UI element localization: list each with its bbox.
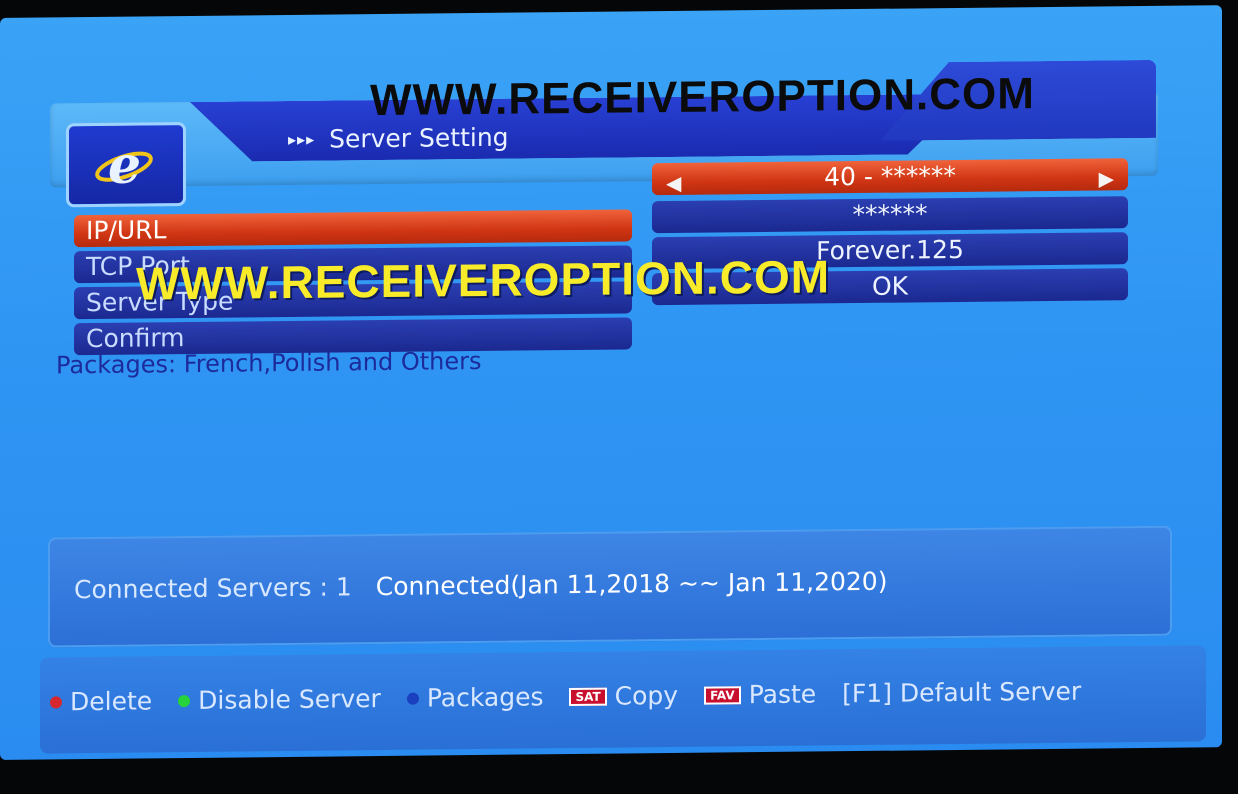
disable-server-label: Disable Server <box>198 684 381 715</box>
watermark-top: WWW.RECEIVEROPTION.COM <box>370 69 1035 126</box>
default-server-label: [F1] Default Server <box>842 676 1082 709</box>
server-selector[interactable]: ◀ 40 - ****** ▶ <box>652 158 1128 196</box>
red-key-icon <box>50 695 62 708</box>
status-text: Connected Servers : 1 Connected(Jan 11,20… <box>74 567 887 605</box>
paste-hint[interactable]: FAV Paste <box>704 679 816 709</box>
packages-hint[interactable]: Packages <box>406 682 544 713</box>
svg-text:e: e <box>108 135 141 195</box>
paste-label: Paste <box>748 679 817 710</box>
tv-screen: e ▸▸▸ Server Setting ◀ 40 - ****** ▶ ***… <box>0 5 1222 761</box>
setting-label: IP/URL <box>86 215 167 246</box>
delete-label: Delete <box>70 686 153 717</box>
arrow-right-icon[interactable]: ▶ <box>1099 162 1114 194</box>
connected-servers-count: Connected Servers : 1 <box>74 572 352 605</box>
setting-row-ip-url[interactable]: IP/URL <box>74 209 632 248</box>
server-selector-value: 40 - ****** <box>824 160 956 192</box>
title-arrows-icon: ▸▸▸ <box>288 129 316 149</box>
internet-explorer-logo-icon: e <box>95 135 153 195</box>
server-type-value-text: Forever.125 <box>816 234 964 266</box>
watermark-middle: WWW.RECEIVEROPTION.COM <box>136 250 831 310</box>
sat-key-icon: SAT <box>569 687 607 706</box>
setting-label: Confirm <box>86 323 185 354</box>
app-logo: e <box>66 122 186 208</box>
disable-server-hint[interactable]: Disable Server <box>178 684 381 715</box>
footer-hints: Delete Disable Server Packages SAT Copy … <box>50 677 1081 717</box>
blue-key-icon <box>406 692 419 705</box>
arrow-left-icon[interactable]: ◀ <box>666 167 681 199</box>
packages-label: Packages <box>426 682 544 713</box>
fav-key-icon: FAV <box>704 685 741 705</box>
page-title-text: Server Setting <box>329 122 509 154</box>
green-key-icon <box>178 694 191 707</box>
status-panel: Connected Servers : 1 Connected(Jan 11,20… <box>48 525 1172 648</box>
ip-url-value[interactable]: ****** <box>652 196 1128 234</box>
footer-bar: Delete Disable Server Packages SAT Copy … <box>40 645 1206 754</box>
copy-label: Copy <box>614 680 679 711</box>
default-server-hint[interactable]: [F1] Default Server <box>842 677 1081 709</box>
confirm-value-text: OK <box>871 271 909 301</box>
copy-hint[interactable]: SAT Copy <box>569 681 678 711</box>
connection-date-range: Connected(Jan 11,2018 ~~ Jan 11,2020) <box>375 566 888 602</box>
delete-hint[interactable]: Delete <box>50 686 152 716</box>
packages-info: Packages: French,Polish and Others <box>56 346 482 380</box>
ip-url-value-text: ****** <box>852 199 928 230</box>
